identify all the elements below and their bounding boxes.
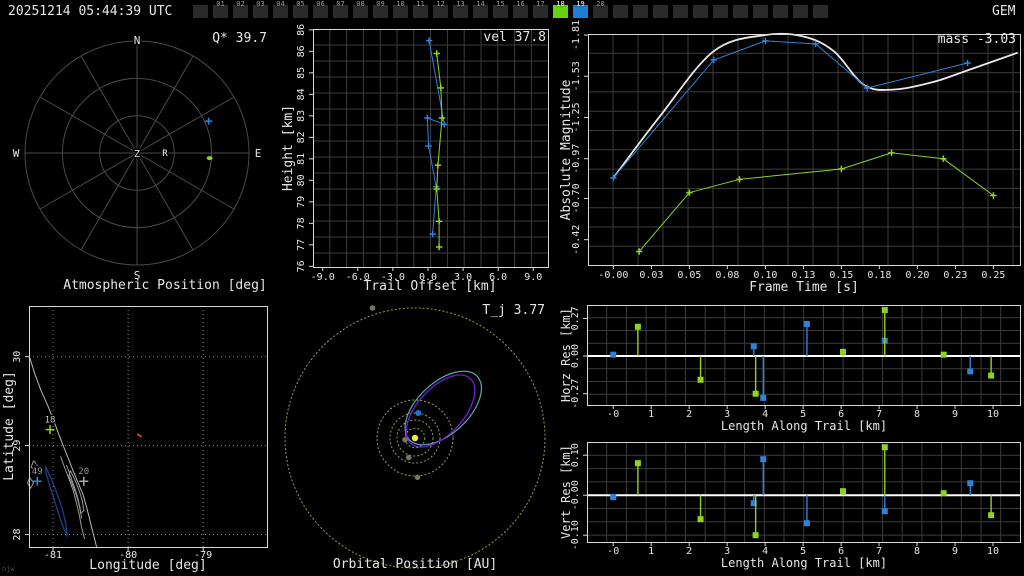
svg-text:0.05: 0.05 — [677, 270, 701, 281]
orbital-position-caption: Orbital Position [AU] — [332, 557, 498, 572]
svg-text:10: 10 — [987, 409, 999, 420]
ground-map-plot: 1849 20-81 -80 -79282930 — [12, 306, 268, 561]
height-ylabel: Height [km] — [281, 104, 296, 192]
svg-text:78: 78 — [296, 217, 307, 229]
svg-text:80: 80 — [296, 174, 307, 186]
atmospheric-position-plot: NESW Z R — [11, 33, 263, 284]
mass-value: mass -3.03 — [937, 32, 1016, 47]
svg-text:77: 77 — [296, 239, 307, 251]
light-curve-plot: -0.00 0.03 0.05 0.08 0.10 0.13 0.15 0.18 0.20 0.2… — [571, 20, 1021, 281]
svg-text:R: R — [162, 149, 168, 159]
svg-text:1: 1 — [648, 546, 654, 557]
svg-text:20: 20 — [78, 467, 89, 477]
svg-text:0.23: 0.23 — [943, 270, 967, 281]
frame-time-xlabel: Frame Time [s] — [749, 280, 859, 295]
svg-text:0.20: 0.20 — [905, 270, 929, 281]
svg-text:49: 49 — [32, 467, 43, 477]
svg-text:Z: Z — [134, 149, 140, 160]
trail-offset-plot: -9.0 -6.0 -3.0 0.0 3.0 6.0 9.08686858483828180… — [296, 24, 549, 283]
vert-res-plot: -0 1 2 3 4 5 6 7 8 9 100.10-0.00-0.10 — [570, 442, 1021, 557]
svg-text:-0: -0 — [607, 546, 619, 557]
orbital-position-plot — [284, 305, 546, 569]
svg-text:0.18: 0.18 — [867, 270, 891, 281]
velocity-value: vel 37.8 — [483, 30, 546, 45]
watermark: njw — [2, 565, 15, 573]
svg-text:0.25: 0.25 — [981, 270, 1005, 281]
vert-res-xlabel: Length Along Trail [km] — [720, 556, 888, 570]
svg-text:N: N — [134, 34, 141, 47]
trail-offset-xlabel: Trail Offset [km] — [363, 279, 497, 294]
horz-res-xlabel: Length Along Trail [km] — [720, 419, 888, 433]
horz-res-plot: -0 1 2 3 4 5 6 7 8 9 100.270.00-0.27 — [570, 305, 1021, 420]
svg-text:-0.00: -0.00 — [598, 270, 628, 281]
svg-text:86: 86 — [296, 24, 307, 36]
svg-text:79: 79 — [296, 196, 307, 208]
atmospheric-position-caption: Atmospheric Position [deg] — [63, 278, 267, 293]
svg-text:83: 83 — [296, 110, 307, 122]
svg-text:10: 10 — [987, 546, 999, 557]
svg-text:2: 2 — [686, 546, 692, 557]
svg-text:1: 1 — [648, 409, 654, 420]
svg-text:84: 84 — [296, 88, 307, 100]
svg-text:82: 82 — [296, 131, 307, 143]
svg-text:-1.81: -1.81 — [571, 20, 582, 50]
svg-text:76: 76 — [296, 260, 307, 272]
svg-text:28: 28 — [12, 529, 23, 541]
tisserand-value: T_j 3.77 — [482, 303, 545, 318]
svg-text:8: 8 — [914, 409, 920, 420]
svg-text:9: 9 — [952, 546, 958, 557]
absolute-magnitude-ylabel: Absolute Magnitude — [559, 79, 574, 221]
q-star-value: Q* 39.7 — [212, 31, 267, 46]
svg-text:85: 85 — [296, 67, 307, 79]
svg-text:E: E — [255, 147, 262, 160]
longitude-xlabel: Longitude [deg] — [89, 558, 207, 573]
svg-text:-0: -0 — [607, 409, 619, 420]
svg-text:18: 18 — [45, 416, 56, 426]
svg-text:81: 81 — [296, 153, 307, 165]
svg-text:2: 2 — [686, 409, 692, 420]
svg-text:W: W — [13, 147, 20, 160]
meteor-analysis-screen: 20251214 05:44:39 UTC 01 02 03 04 05 06 07 08 09… — [0, 0, 1024, 576]
latitude-ylabel: Latitude [deg] — [2, 371, 17, 481]
svg-text:0.08: 0.08 — [715, 270, 739, 281]
svg-text:86: 86 — [296, 45, 307, 57]
vert-res-ylabel: Vert Res [km] — [559, 445, 573, 539]
svg-text:9: 9 — [952, 409, 958, 420]
horz-res-ylabel: Horz Res [km] — [559, 308, 573, 402]
svg-text:8: 8 — [914, 546, 920, 557]
svg-text:0.03: 0.03 — [639, 270, 663, 281]
